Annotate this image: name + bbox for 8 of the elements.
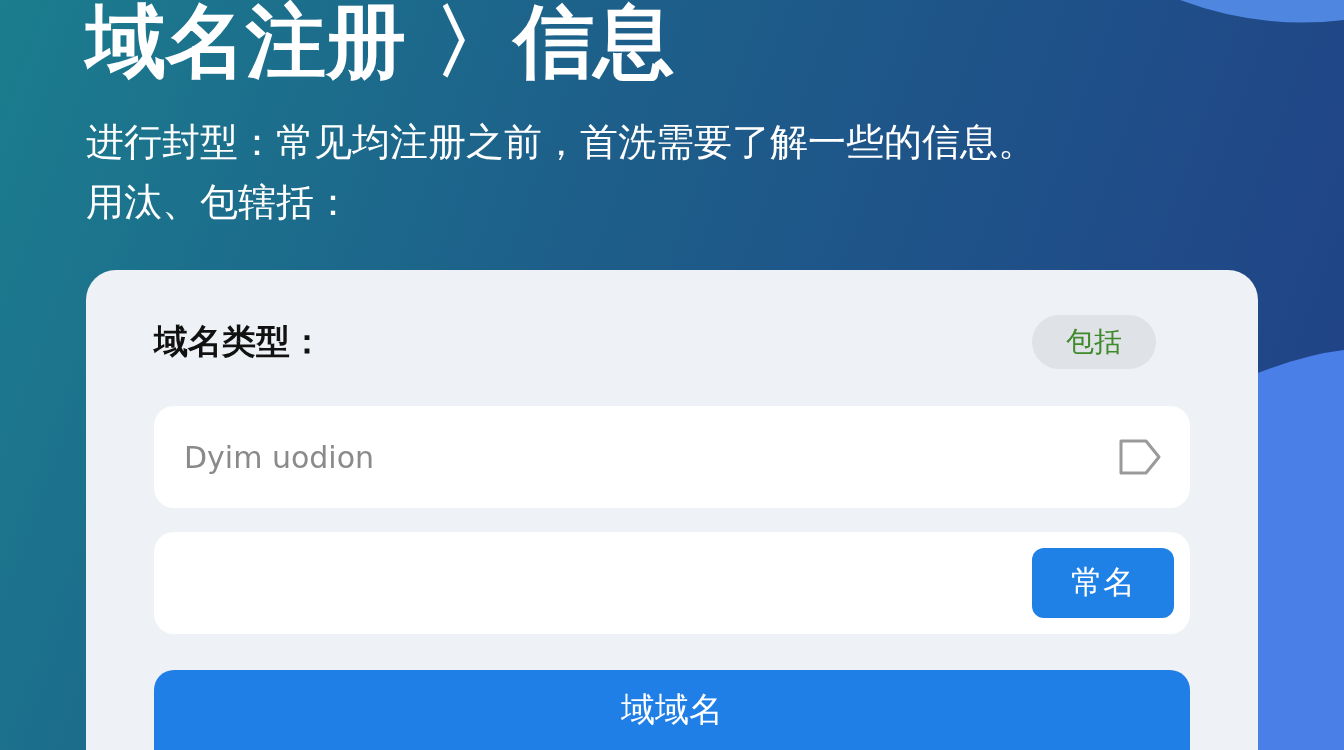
- submit-button[interactable]: 域域名: [154, 670, 1190, 750]
- tag-badge: 包括: [1032, 315, 1156, 369]
- domain-input-field[interactable]: Dyim uodion: [154, 406, 1190, 508]
- description-text: 进行封型：常见均注册之前，首洗需要了解一些的信息。: [86, 119, 1036, 166]
- field-label: 域名类型：: [154, 320, 324, 363]
- name-button[interactable]: 常名: [1032, 548, 1174, 618]
- description-text: 用汰、包辖括：: [86, 179, 352, 226]
- tag-icon[interactable]: [1118, 437, 1162, 477]
